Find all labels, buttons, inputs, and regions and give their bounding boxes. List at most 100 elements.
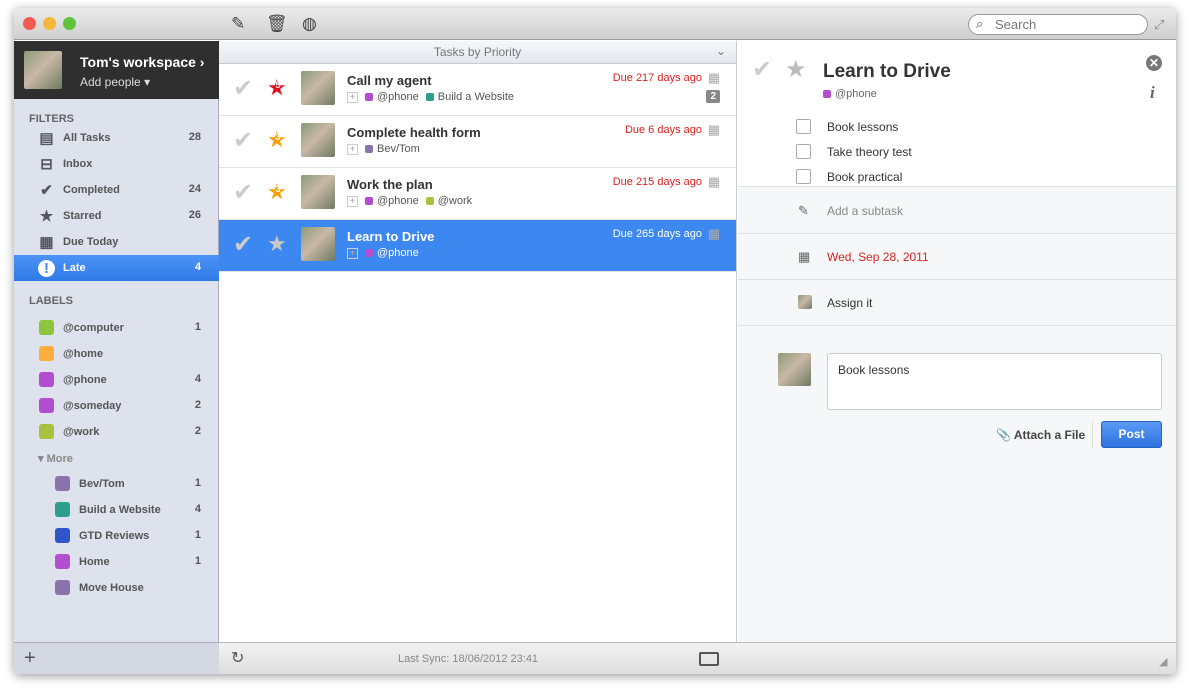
task-row[interactable]: ✔ ★ 3 Work the plan + @phone @work Due 215 … (219, 168, 736, 220)
avatar (24, 51, 62, 89)
add-people-menu[interactable]: Add people ▾ (80, 75, 150, 89)
status-bar: ↻ Last Sync: 18/06/2012 23:41 ◢ (219, 642, 1176, 674)
sidebar-project[interactable]: GTD Reviews 1 (14, 523, 219, 549)
globe-icon[interactable]: ◍ (302, 14, 317, 34)
task-title: Work the plan (347, 177, 433, 192)
sidebar-item-all-tasks[interactable]: ▤ All Tasks 28 (14, 125, 219, 151)
sidebar-label-phone[interactable]: @phone 4 (14, 367, 219, 393)
title-bar: ✎ 🗑 ◍ ⌕ Search ⤢ (14, 8, 1176, 40)
close-window-button[interactable] (23, 17, 36, 30)
sidebar-item-inbox[interactable]: ⊟ Inbox (14, 151, 219, 177)
calendar-icon[interactable]: ▦ (708, 122, 720, 138)
toggle-detail-pane-icon[interactable] (699, 652, 719, 666)
priority-star-icon[interactable]: ★ (267, 231, 287, 257)
task-row[interactable]: ✔ ★ 5 Call my agent + @phone Build a Websit… (219, 64, 736, 116)
pencil-icon: ✎ (798, 203, 809, 218)
task-tag[interactable]: @phone (377, 247, 419, 259)
more-toggle[interactable]: ▾ More (14, 445, 219, 471)
fullscreen-icon[interactable]: ⤢ (1154, 17, 1164, 33)
sidebar-label-someday[interactable]: @someday 2 (14, 393, 219, 419)
tag-color-swatch (425, 93, 434, 101)
task-tag[interactable]: Build a Website (438, 91, 514, 103)
sidebar-item-due-today[interactable]: ▦ Due Today (14, 229, 219, 255)
add-subtask-row[interactable]: ✎ Add a subtask (738, 188, 1176, 234)
zoom-window-button[interactable] (63, 17, 76, 30)
sidebar-label-work[interactable]: @work 2 (14, 419, 219, 445)
subtask-label: Book practical (827, 170, 903, 184)
sidebar-project[interactable]: Move House (14, 575, 219, 601)
sidebar-project[interactable]: Home 1 (14, 549, 219, 575)
complete-checkmark-icon[interactable]: ✔ (233, 230, 253, 259)
calendar-icon: ▦ (798, 249, 811, 264)
calendar-icon[interactable]: ▦ (708, 174, 720, 190)
add-tag-button[interactable]: + (347, 195, 358, 207)
calendar-icon[interactable]: ▦ (708, 226, 720, 242)
priority-star-icon[interactable]: ★ 3 (267, 127, 287, 153)
tag-color-swatch (365, 93, 373, 101)
add-tag-button[interactable]: + (347, 91, 358, 103)
task-tag[interactable]: @phone (823, 88, 877, 100)
calendar-icon[interactable]: ▦ (708, 70, 720, 86)
app-window: ✎ 🗑 ◍ ⌕ Search ⤢ Tom's workspace › Add pe… (14, 8, 1176, 674)
assign-row[interactable]: Assign it (738, 280, 1176, 326)
priority-star-icon[interactable]: ★ 3 (267, 179, 287, 205)
compose-icon[interactable]: ✎ (231, 14, 245, 34)
add-tag-button[interactable]: + (347, 247, 358, 259)
tag-color-swatch (365, 197, 373, 205)
attach-file-button[interactable]: 📎 Attach a File (996, 428, 1085, 442)
task-tag[interactable]: Bev/Tom (377, 143, 420, 155)
minimize-window-button[interactable] (43, 17, 56, 30)
complete-checkmark-icon[interactable]: ✔ (752, 55, 772, 84)
sidebar-item-completed[interactable]: ✔ Completed 24 (14, 177, 219, 203)
comment-count-badge: 2 (706, 90, 720, 103)
task-row[interactable]: ✔ ★ 3 Complete health form + Bev/Tom Due 6… (219, 116, 736, 168)
sort-header[interactable]: Tasks by Priority ⌄ (219, 41, 736, 64)
close-icon[interactable]: ✕ (1146, 55, 1162, 71)
sidebar-project[interactable]: Bev/Tom 1 (14, 471, 219, 497)
sidebar-item-starred[interactable]: ★ Starred 26 (14, 203, 219, 229)
complete-checkmark-icon[interactable]: ✔ (233, 126, 253, 155)
star-icon: ★ (39, 208, 54, 225)
last-sync: Last Sync: 18/06/2012 23:41 (398, 653, 539, 665)
inbox-icon: ⊟ (40, 156, 53, 173)
calendar-icon: ▦ (39, 234, 54, 251)
trash-icon[interactable]: 🗑 (266, 14, 288, 34)
search-input[interactable]: ⌕ Search (968, 14, 1148, 35)
task-row[interactable]: ✔ ★ Learn to Drive + @phone Due 265 days … (219, 220, 736, 272)
avatar (301, 175, 335, 209)
subtask-label: Book lessons (827, 120, 899, 134)
task-title[interactable]: Learn to Drive (823, 61, 951, 83)
due-date-row[interactable]: ▦ Wed, Sep 28, 2011 (738, 234, 1176, 280)
complete-checkmark-icon[interactable]: ✔ (233, 74, 253, 103)
star-icon[interactable]: ★ (785, 55, 807, 84)
post-button[interactable]: Post (1101, 421, 1162, 448)
add-tag-button[interactable]: + (347, 143, 358, 155)
complete-checkmark-icon[interactable]: ✔ (233, 178, 253, 207)
sidebar-label-computer[interactable]: @computer 1 (14, 315, 219, 341)
paperclip-icon: 📎 (996, 428, 1011, 442)
task-tag[interactable]: @phone (377, 195, 419, 207)
workspace-header[interactable]: Tom's workspace › Add people ▾ (14, 41, 219, 99)
refresh-icon[interactable]: ↻ (231, 648, 244, 668)
chevron-down-icon[interactable]: ⌄ (716, 44, 726, 58)
sidebar-item-late[interactable]: ! Late 4 (14, 255, 219, 281)
comment-input[interactable]: Book lessons (827, 353, 1162, 410)
add-icon[interactable]: + (24, 647, 36, 670)
task-tag[interactable]: @phone (377, 91, 419, 103)
workspace-name[interactable]: Tom's workspace › (80, 54, 204, 70)
subtask-checkbox[interactable] (796, 144, 811, 159)
resize-grip-icon[interactable]: ◢ (1159, 655, 1167, 668)
project-color-swatch (55, 554, 70, 569)
label-color-swatch (39, 346, 54, 361)
subtask-checkbox[interactable] (796, 119, 811, 134)
tag-color-swatch (425, 197, 434, 205)
subtask-checkbox[interactable] (796, 169, 811, 184)
info-icon[interactable]: i (1150, 83, 1155, 103)
priority-star-icon[interactable]: ★ 5 (267, 75, 287, 101)
sidebar-label-home[interactable]: @home (14, 341, 219, 367)
subtask-label: Take theory test (827, 145, 912, 159)
task-tag[interactable]: @work (438, 195, 472, 207)
label-color-swatch (39, 424, 54, 439)
sidebar-project[interactable]: Build a Website 4 (14, 497, 219, 523)
due-date: Due 6 days ago (624, 124, 702, 136)
